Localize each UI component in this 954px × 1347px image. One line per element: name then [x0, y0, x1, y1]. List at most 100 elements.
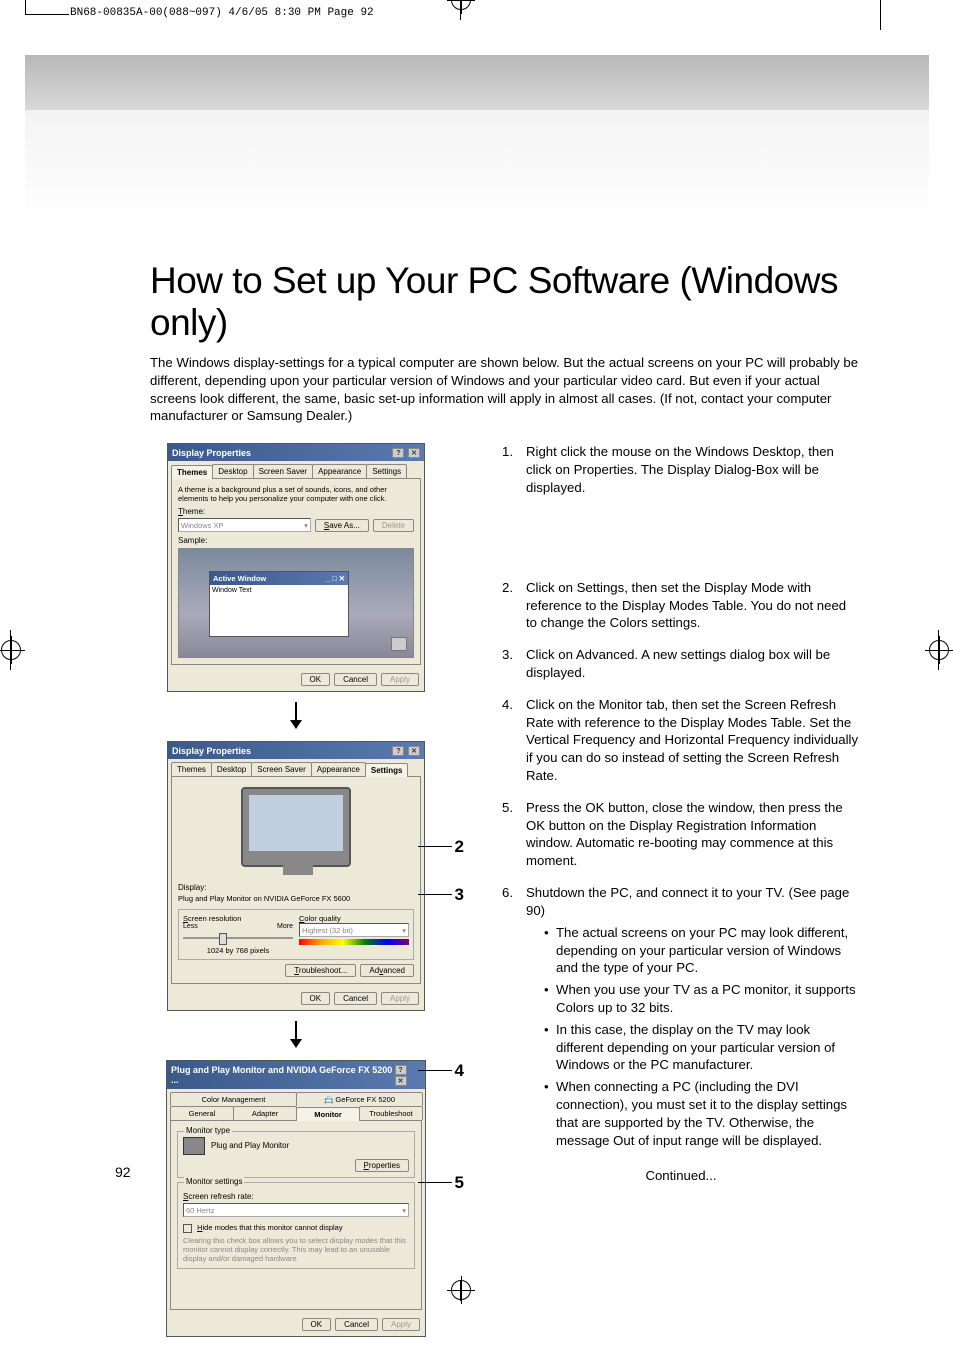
theme-value: Windows XP — [181, 521, 224, 530]
bullet-item: When connecting a PC (including the DVI … — [544, 1078, 860, 1149]
tab-themes[interactable]: Themes — [171, 762, 212, 776]
save-as-button[interactable]: Save As... — [315, 519, 369, 532]
tab-desktop[interactable]: Desktop — [211, 762, 252, 776]
monitor-icon — [183, 1137, 205, 1155]
cancel-button[interactable]: Cancel — [334, 992, 377, 1005]
tab-appearance[interactable]: Appearance — [312, 464, 367, 478]
monitor-preview-icon — [241, 787, 351, 867]
continued-label: Continued... — [502, 1167, 860, 1185]
ok-button[interactable]: OK — [302, 1318, 332, 1331]
print-header: BN68-00835A-00(088~097) 4/6/05 8:30 PM P… — [70, 7, 374, 19]
help-icon[interactable]: ? — [392, 746, 404, 756]
cancel-button[interactable]: Cancel — [335, 1318, 378, 1331]
minimize-icon: _ — [326, 574, 330, 583]
active-window-title: Active Window — [213, 574, 266, 583]
theme-label: Theme: — [178, 507, 414, 516]
tab-screen-saver[interactable]: Screen Saver — [251, 762, 311, 776]
tab-color-management[interactable]: Color Management — [170, 1092, 297, 1106]
properties-button[interactable]: Properties — [355, 1159, 409, 1172]
apply-button[interactable]: Apply — [381, 992, 419, 1005]
help-icon[interactable]: ? — [395, 1065, 407, 1075]
sample-label: Sample: — [178, 536, 414, 545]
maximize-icon: □ — [332, 574, 337, 583]
display-label: Display: — [178, 883, 414, 892]
tab-themes[interactable]: Themes — [171, 465, 213, 479]
less-label: Less — [183, 923, 198, 930]
window-text: Window Text — [210, 585, 348, 596]
callout-5: 5 — [455, 1173, 464, 1193]
step-number: 6. — [502, 884, 526, 1153]
apply-button[interactable]: Apply — [381, 673, 419, 686]
resolution-slider[interactable] — [183, 932, 293, 944]
step-4: 4. Click on the Monitor tab, then set th… — [502, 696, 860, 785]
chevron-down-icon: ▾ — [402, 926, 406, 935]
step-text: Right click the mouse on the Windows Des… — [526, 443, 860, 496]
note-bullets: The actual screens on your PC may look d… — [526, 924, 860, 1150]
bullet-item: In this case, the display on the TV may … — [544, 1021, 860, 1074]
delete-button[interactable]: Delete — [373, 519, 414, 532]
tab-monitor[interactable]: Monitor — [296, 1107, 360, 1121]
tab-desktop[interactable]: Desktop — [212, 464, 253, 478]
step-number: 3. — [502, 646, 526, 682]
theme-description: A theme is a background plus a set of so… — [178, 485, 414, 503]
tab-settings[interactable]: Settings — [366, 464, 407, 478]
ok-button[interactable]: OK — [301, 992, 331, 1005]
theme-select[interactable]: Windows XP ▾ — [178, 518, 311, 532]
apply-button[interactable]: Apply — [382, 1318, 420, 1331]
monitor-type-value: Plug and Play Monitor — [211, 1141, 289, 1150]
page-title: How to Set up Your PC Software (Windows … — [150, 260, 860, 344]
intro-text: The Windows display-settings for a typic… — [150, 354, 860, 425]
page-number: 92 — [115, 1164, 131, 1180]
step-5: 5. Press the OK button, close the window… — [502, 799, 860, 870]
cancel-button[interactable]: Cancel — [334, 673, 377, 686]
steps-column: 1. Right click the mouse on the Windows … — [502, 443, 860, 1347]
close-icon[interactable]: ✕ — [395, 1076, 407, 1086]
monitor-properties-dialog: Plug and Play Monitor and NVIDIA GeForce… — [166, 1060, 426, 1337]
step-number: 1. — [502, 443, 526, 496]
step-text: Press the OK button, close the window, t… — [526, 799, 860, 870]
step-text: Click on Settings, then set the Display … — [526, 579, 860, 632]
recycle-bin-icon — [391, 637, 407, 651]
dialog-title: Display Properties — [172, 746, 251, 756]
tab-adapter[interactable]: Adapter — [233, 1106, 297, 1120]
step-number: 4. — [502, 696, 526, 785]
more-label: More — [277, 923, 293, 930]
display-value: Plug and Play Monitor on NVIDIA GeForce … — [178, 894, 414, 903]
tab-general[interactable]: General — [170, 1106, 234, 1120]
ok-button[interactable]: OK — [301, 673, 331, 686]
step-3: 3. Click on Advanced. A new settings dia… — [502, 646, 860, 682]
tab-screen-saver[interactable]: Screen Saver — [253, 464, 313, 478]
color-value: Highest (32 bit) — [302, 926, 353, 935]
tab-geforce[interactable]: 📇 GeForce FX 5200 — [296, 1092, 423, 1106]
tab-settings[interactable]: Settings — [365, 763, 409, 777]
resolution-value: 1024 by 768 pixels — [183, 946, 293, 955]
tab-appearance[interactable]: Appearance — [311, 762, 366, 776]
advanced-button[interactable]: Advanced — [360, 964, 414, 977]
chevron-down-icon: ▾ — [304, 521, 308, 530]
close-icon[interactable]: ✕ — [408, 746, 420, 756]
help-icon[interactable]: ? — [392, 448, 404, 458]
refresh-rate-label: Screen refresh rate: — [183, 1192, 409, 1201]
troubleshoot-button[interactable]: Troubleshoot... — [285, 964, 356, 977]
callout-2: 2 — [455, 837, 464, 857]
step-text: Shutdown the PC, and connect it to your … — [526, 885, 849, 918]
close-icon[interactable]: ✕ — [408, 448, 420, 458]
chevron-down-icon: ▾ — [402, 1206, 406, 1215]
hide-modes-description: Clearing this check box allows you to se… — [183, 1236, 409, 1263]
refresh-rate-select[interactable]: 60 Hertz ▾ — [183, 1203, 409, 1217]
color-select[interactable]: Highest (32 bit) ▾ — [299, 923, 409, 937]
tab-troubleshoot[interactable]: Troubleshoot — [359, 1106, 423, 1120]
sample-preview: Active Window _ □ ✕ Window Text — [178, 548, 414, 658]
callout-4: 4 — [455, 1061, 464, 1081]
step-text: Click on Advanced. A new settings dialog… — [526, 646, 860, 682]
screenshots-column: Display Properties ? ✕ Themes Desktop Sc… — [150, 443, 442, 1347]
hide-modes-checkbox[interactable] — [183, 1224, 192, 1233]
step-1: 1. Right click the mouse on the Windows … — [502, 443, 860, 496]
resolution-label: Screen resolution — [183, 914, 293, 923]
bullet-item: The actual screens on your PC may look d… — [544, 924, 860, 977]
hide-modes-label: Hide modes that this monitor cannot disp… — [197, 1223, 343, 1232]
bullet-item: When you use your TV as a PC monitor, it… — [544, 981, 860, 1017]
header-band-dark — [25, 55, 929, 110]
monitor-settings-label: Monitor settings — [184, 1177, 244, 1186]
monitor-type-label: Monitor type — [184, 1126, 232, 1135]
